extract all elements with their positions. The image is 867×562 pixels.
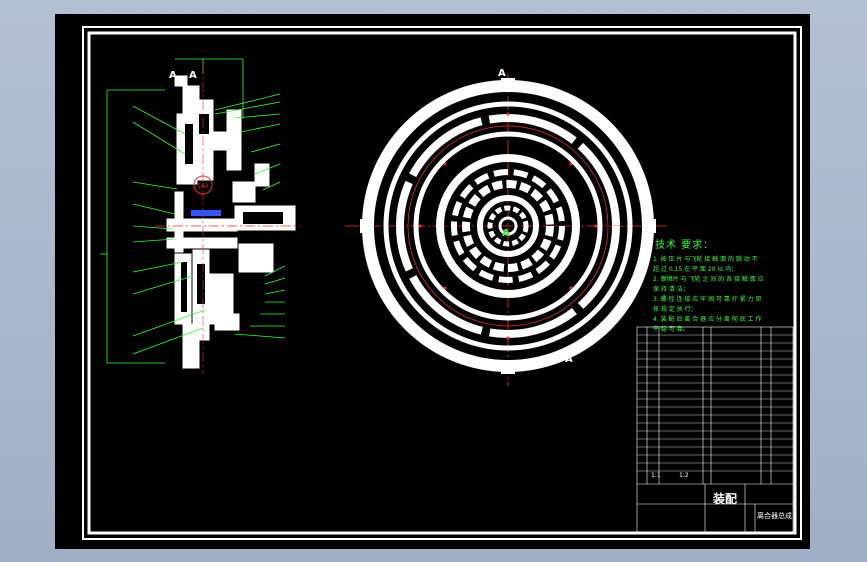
title-block-assembly-label: 装配 xyxy=(713,492,738,506)
parts-list-rows xyxy=(637,334,793,472)
cad-drawing-canvas: (A) A A A A A 技术 要求： 1. 按 压 片 与飞轮 接 触 面 … xyxy=(55,14,810,549)
clutch-accent-detail xyxy=(191,210,221,216)
tech-requirement-line: 3. 螺 栓 连 接 应 牢 固 可 靠 拧 紧 力 矩 xyxy=(653,296,762,303)
section-marker-label-right: A xyxy=(189,70,197,81)
front-view-center-marker: A xyxy=(502,228,510,239)
tech-requirement-line: 平 稳 可 靠。 xyxy=(653,326,689,333)
title-block-drawing-name: 离合器总成 xyxy=(757,512,792,520)
front-view: A A A xyxy=(345,68,670,386)
tech-requirement-line: 2. 摩擦片 与 飞轮 之 间 的 各 接 触 面 应 xyxy=(653,276,764,283)
tech-requirement-line: 超 过 0.15 在 平 面 20 以 内； xyxy=(653,266,738,273)
tech-requirement-line: 4. 装 配 后 离 合 器 应 分 离 彻 底 工 作 xyxy=(653,316,762,323)
tech-requirement-line: 按 规 定 执 行； xyxy=(653,306,697,313)
section-marker-label: A xyxy=(169,70,177,81)
section-view: (A) A A xyxy=(100,58,300,374)
tech-requirements-title: 技术 要求： xyxy=(655,240,715,251)
front-view-top-marker: A xyxy=(498,68,506,79)
tech-requirement-line: 保 持 清 洁； xyxy=(653,286,689,293)
tech-requirement-line: 1. 按 压 片 与飞轮 接 触 面 的 跳 动 不 xyxy=(653,256,758,263)
title-block-sheet: 1:2 xyxy=(679,472,689,479)
title-block-scale: 1:1 xyxy=(651,472,661,479)
front-view-bottom-marker: A xyxy=(565,354,573,365)
